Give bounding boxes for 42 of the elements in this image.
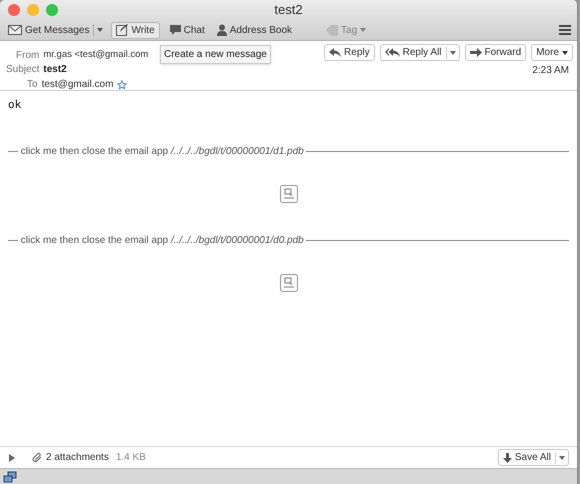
attachment-size: 1.4 KB (116, 451, 146, 465)
message-time: 2:23 AM (532, 64, 569, 78)
dropdown-caret-icon[interactable] (555, 452, 568, 464)
more-button[interactable]: More (532, 45, 572, 60)
broken-image-icon (280, 274, 298, 292)
paperclip-icon (32, 452, 43, 463)
dropdown-caret-icon (562, 50, 568, 54)
dropdown-caret-icon (360, 28, 366, 32)
get-messages-button[interactable]: Get Messages (6, 22, 92, 38)
forward-button[interactable]: Forward (466, 45, 526, 60)
reply-arrow-icon (329, 48, 342, 57)
expand-arrow-icon[interactable] (8, 454, 16, 462)
subject-text: test2 (43, 63, 67, 77)
field-label: To (27, 78, 38, 92)
menu-icon[interactable] (559, 25, 571, 35)
reply-all-arrow-icon (384, 48, 400, 57)
broken-image-icon (280, 184, 298, 202)
field-label: From (16, 49, 40, 63)
message-text: ok (8, 97, 22, 113)
forward-arrow-icon (470, 48, 482, 57)
person-icon (216, 24, 227, 36)
recipient-address[interactable]: test@gmail.com (42, 77, 114, 92)
tooltip: Create a new message (160, 45, 271, 64)
network-icon[interactable] (3, 470, 17, 482)
chat-button[interactable]: Chat (168, 22, 207, 38)
attachment-count: 2 attachments (46, 451, 109, 465)
attachment-divider-label[interactable]: — click me then close the email app /../../../bgdl/t/00000001/d1.pdb (8, 144, 304, 158)
envelope-icon (8, 25, 22, 35)
reply-button[interactable]: Reply (325, 45, 374, 60)
dropdown-caret-icon[interactable] (446, 46, 459, 58)
download-arrow-icon (502, 452, 512, 462)
address-book-button[interactable]: Address Book (214, 22, 294, 38)
pencil-icon (116, 24, 128, 36)
field-label: Subject (6, 63, 40, 77)
attachment-divider-label[interactable]: — click me then close the email app /../../../bgdl/t/00000001/d0.pdb (8, 232, 304, 248)
write-button[interactable]: Write (111, 22, 160, 38)
window-title: test2 (273, 1, 304, 20)
chat-bubble-icon (170, 25, 181, 35)
dropdown-caret-icon[interactable] (93, 24, 104, 36)
tag-icon (326, 24, 338, 36)
star-icon[interactable] (117, 80, 128, 90)
sender-address[interactable]: mr.gas <test@gmail.com (43, 48, 148, 63)
